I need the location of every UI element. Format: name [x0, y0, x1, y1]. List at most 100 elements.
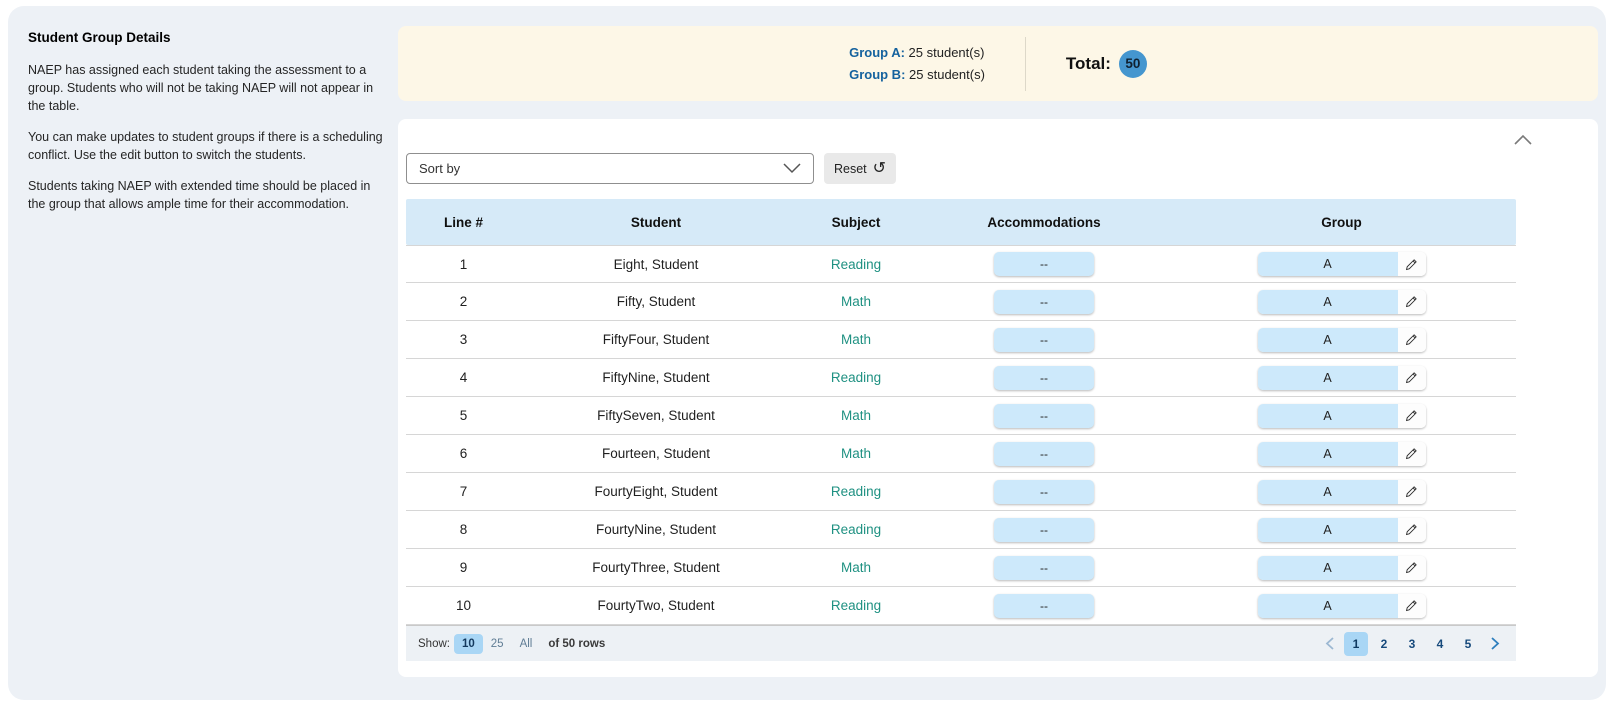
group-badge: A — [1258, 404, 1398, 428]
page-size-option[interactable]: All — [512, 634, 541, 654]
student-name-cell: Eight, Student — [521, 257, 791, 272]
page-number-button[interactable]: 5 — [1456, 632, 1480, 656]
edit-group-button[interactable] — [1398, 480, 1426, 504]
accommodations-badge: -- — [994, 518, 1094, 542]
column-header-group: Group — [1167, 215, 1516, 230]
table-row: 5FiftySeven, StudentMath--A — [406, 397, 1516, 435]
page-number-button[interactable]: 1 — [1344, 632, 1368, 656]
collapse-panel-button[interactable] — [1512, 131, 1534, 150]
edit-group-button[interactable] — [1398, 518, 1426, 542]
edit-group-button[interactable] — [1398, 252, 1426, 276]
page-container: Student Group Details NAEP has assigned … — [8, 6, 1606, 700]
student-name-cell: FourtyTwo, Student — [521, 598, 791, 613]
page-size-option[interactable]: 10 — [454, 634, 483, 654]
group-a-label: Group A: — [849, 45, 905, 60]
content: Group A: 25 student(s) Group B: 25 stude… — [398, 6, 1606, 700]
reset-button[interactable]: Reset ↺ — [824, 153, 896, 184]
group-control: A — [1258, 480, 1426, 504]
students-table: Line # Student Subject Accommodations Gr… — [406, 199, 1516, 661]
student-name-cell: FourtyNine, Student — [521, 522, 791, 537]
pencil-icon — [1405, 485, 1418, 498]
student-name-cell: FourtyThree, Student — [521, 560, 791, 575]
edit-group-button[interactable] — [1398, 556, 1426, 580]
group-badge: A — [1258, 366, 1398, 390]
accommodations-badge: -- — [994, 290, 1094, 314]
column-header-subject: Subject — [791, 215, 921, 230]
table-row: 2Fifty, StudentMath--A — [406, 283, 1516, 321]
edit-group-button[interactable] — [1398, 366, 1426, 390]
subject-cell: Reading — [831, 598, 881, 613]
page-size-buttons: 1025All — [454, 634, 540, 654]
accommodations-badge: -- — [994, 404, 1094, 428]
sidebar-paragraph-3: Students taking NAEP with extended time … — [28, 177, 386, 213]
group-badge: A — [1258, 518, 1398, 542]
edit-group-button[interactable] — [1398, 404, 1426, 428]
student-name-cell: FiftyFour, Student — [521, 332, 791, 347]
accommodations-badge: -- — [994, 252, 1094, 276]
next-page-button[interactable] — [1484, 632, 1506, 656]
page-title: Student Group Details — [28, 30, 386, 45]
edit-group-button[interactable] — [1398, 328, 1426, 352]
group-b-count: Group B: 25 student(s) — [849, 67, 985, 82]
table-row: 7FourtyEight, StudentReading--A — [406, 473, 1516, 511]
student-name-cell: Fifty, Student — [521, 294, 791, 309]
rows-count-label: of 50 rows — [548, 638, 605, 650]
pencil-icon — [1405, 295, 1418, 308]
line-number-cell: 3 — [406, 332, 521, 347]
pencil-icon — [1405, 599, 1418, 612]
accommodations-badge: -- — [994, 328, 1094, 352]
group-control: A — [1258, 518, 1426, 542]
accommodations-badge: -- — [994, 556, 1094, 580]
line-number-cell: 7 — [406, 484, 521, 499]
group-a-count: Group A: 25 student(s) — [849, 45, 985, 60]
total-badge: 50 — [1119, 50, 1147, 78]
group-control: A — [1258, 556, 1426, 580]
group-counts: Group A: 25 student(s) Group B: 25 stude… — [849, 45, 985, 82]
table-row: 6Fourteen, StudentMath--A — [406, 435, 1516, 473]
pagination-controls: 12345 — [1318, 632, 1506, 656]
group-badge: A — [1258, 252, 1398, 276]
pencil-icon — [1405, 561, 1418, 574]
chevron-right-icon — [1491, 637, 1500, 650]
table-row: 8FourtyNine, StudentReading--A — [406, 511, 1516, 549]
page-size-option[interactable]: 25 — [483, 634, 512, 654]
table-body: 1Eight, StudentReading--A2Fifty, Student… — [406, 245, 1516, 625]
sort-by-select[interactable]: Sort by — [406, 153, 814, 184]
chevron-up-icon — [1514, 134, 1532, 145]
group-a-value: 25 student(s) — [909, 45, 985, 60]
page-number-button[interactable]: 4 — [1428, 632, 1452, 656]
banner-divider — [1025, 37, 1026, 91]
group-badge: A — [1258, 442, 1398, 466]
line-number-cell: 9 — [406, 560, 521, 575]
sidebar-paragraph-1: NAEP has assigned each student taking th… — [28, 61, 386, 115]
pencil-icon — [1405, 523, 1418, 536]
column-header-accommodations: Accommodations — [921, 215, 1167, 230]
table-header: Line # Student Subject Accommodations Gr… — [406, 199, 1516, 245]
sort-by-placeholder: Sort by — [419, 161, 460, 176]
table-footer: Show: 1025All of 50 rows 12345 — [406, 625, 1516, 661]
edit-group-button[interactable] — [1398, 594, 1426, 618]
page-number-button[interactable]: 2 — [1372, 632, 1396, 656]
subject-cell: Math — [841, 294, 871, 309]
group-control: A — [1258, 366, 1426, 390]
table-row: 9FourtyThree, Student Math -- A — [406, 549, 1516, 587]
accommodations-badge: -- — [994, 594, 1094, 618]
page-number-button[interactable]: 3 — [1400, 632, 1424, 656]
edit-group-button[interactable] — [1398, 290, 1426, 314]
group-badge: A — [1258, 480, 1398, 504]
line-number-cell: 6 — [406, 446, 521, 461]
previous-page-button[interactable] — [1318, 632, 1340, 656]
page-size-controls: Show: 1025All of 50 rows — [418, 634, 605, 654]
pencil-icon — [1405, 447, 1418, 460]
page-number-buttons: 12345 — [1344, 632, 1480, 656]
student-table-card: Sort by Reset ↺ Line # Student Subject A… — [398, 119, 1598, 677]
subject-cell: Math — [841, 560, 871, 575]
edit-group-button[interactable] — [1398, 442, 1426, 466]
student-name-cell: FiftyNine, Student — [521, 370, 791, 385]
subject-cell: Reading — [831, 370, 881, 385]
group-badge: A — [1258, 290, 1398, 314]
group-control: A — [1258, 404, 1426, 428]
table-row: 10FourtyTwo, StudentReading--A — [406, 587, 1516, 625]
reset-label: Reset — [834, 162, 867, 176]
pencil-icon — [1405, 333, 1418, 346]
